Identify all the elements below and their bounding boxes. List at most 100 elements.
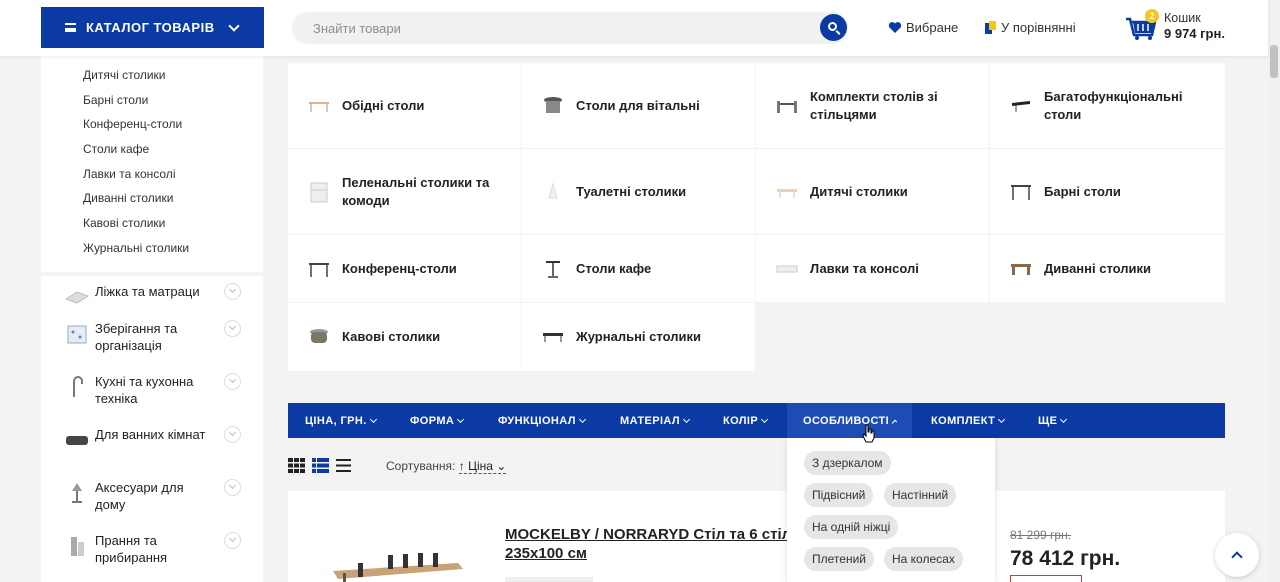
cart-count-badge: 2 [1145,9,1159,23]
filter-label: ЦІНА, ГРН. [305,414,367,427]
category-card[interactable]: Туалетні столики [522,149,755,234]
expand-icon[interactable] [224,426,241,443]
filter-label: ФОРМА [410,414,455,427]
product-tag [505,577,593,582]
sidebar-item-label: Прання та прибирання [95,533,168,565]
old-price: 81 299 грн. [1010,528,1072,542]
bar-table-icon [1010,181,1032,203]
subcategory-link[interactable]: Дитячі столики [83,67,189,92]
compact-list-icon[interactable] [336,458,353,473]
subcategory-link[interactable]: Кавові столики [83,215,189,240]
sidebar-item-laundry[interactable]: Прання та прибирання [65,532,245,566]
category-card[interactable]: Багатофункціональні столи [990,63,1225,148]
expand-icon[interactable] [224,283,241,300]
bath-mat-icon [65,428,89,452]
scroll-to-top-button[interactable] [1215,533,1259,577]
expand-icon[interactable] [224,532,241,549]
category-card[interactable]: Столи для вітальні [522,63,755,148]
discount-badge [1010,575,1082,582]
subcategory-link[interactable]: Журнальні столики [83,240,189,265]
category-card[interactable]: Барні столи [990,149,1225,234]
feature-option[interactable]: З дзеркалом [804,451,891,475]
category-card[interactable]: Дитячі столики [756,149,989,234]
search-button[interactable] [820,14,847,41]
subcategory-link[interactable]: Столи кафе [83,141,189,166]
sidebar-item-storage[interactable]: Зберігання та організація [65,320,245,354]
cart-button[interactable]: 2 Кошик 9 974 грн. [1125,9,1225,42]
subcategory-link[interactable]: Диванні столики [83,190,189,215]
mattress-icon [65,285,89,309]
filter-bar: ЦІНА, ГРН. ФОРМА ФУНКЦІОНАЛ МАТЕРІАЛ КОЛ… [288,403,1225,438]
sort-arrow-icon: ↑ [458,459,469,473]
search-bar [292,12,848,44]
chevron-down-icon [457,415,465,423]
expand-icon[interactable] [224,320,241,337]
sidebar: Дитячі столики Барні столи Конференц-сто… [41,56,263,582]
feature-option[interactable]: Підвісний [804,483,874,507]
category-card[interactable]: Диванні столики [990,235,1225,302]
catalog-button-label: КАТАЛОГ ТОВАРІВ [86,20,215,35]
search-icon [828,22,837,31]
filter-price[interactable]: ЦІНА, ГРН. [305,403,377,438]
storage-box-icon [65,322,89,346]
product-title-dimensions[interactable]: 235x100 см [505,545,587,562]
category-label: Обідні столи [342,97,425,113]
favorites-link[interactable]: Вибране [888,20,958,35]
filter-set[interactable]: КОМПЛЕКТ [931,403,1006,438]
filter-label: ОСОБЛИВОСТІ [803,414,890,427]
category-card[interactable]: Пеленальні столики та комоди [288,149,521,234]
category-card[interactable]: Журнальні столики [522,303,755,371]
product-image[interactable] [328,551,468,582]
filter-function[interactable]: ФУНКЦІОНАЛ [498,403,586,438]
sidebar-item-beds[interactable]: Ліжка та матраци [65,283,245,309]
filter-features[interactable]: ОСОБЛИВОСТІ [787,403,912,438]
sidebar-item-home-accessories[interactable]: Аксесуари для дому [65,479,245,513]
compare-link[interactable]: У порівнянні [985,20,1076,35]
product-card: MOCKELBY / NORRARYD Стіл та 6 стільців 2… [288,491,1225,582]
multifunction-table-icon [1010,95,1032,117]
vanity-table-icon [542,181,564,203]
subcategory-link[interactable]: Конференц-столи [83,116,189,141]
filter-more[interactable]: ЩЕ [1038,403,1068,438]
category-label: Кавові столики [342,329,441,344]
category-card[interactable]: Комплекти столів зі стільцями [756,63,989,148]
expand-icon[interactable] [224,373,241,390]
filter-color[interactable]: КОЛІР [723,403,769,438]
search-input[interactable] [292,12,792,44]
sidebar-item-label: Зберігання та організація [95,321,178,353]
category-card[interactable]: Обідні столи [288,63,521,148]
filter-label: КОЛІР [723,414,759,427]
expand-icon[interactable] [224,479,241,496]
category-label: Туалетні столики [576,183,687,199]
sort-value: Ціна [468,459,493,473]
subcategory-link[interactable]: Барні столи [83,92,189,117]
feature-option[interactable]: На колесах [884,547,963,571]
category-label: Пеленальні столики та комоди [342,174,490,208]
feature-option[interactable]: Плетений [804,547,874,571]
feature-option[interactable]: Настінний [884,483,957,507]
sidebar-divider [41,272,263,276]
subcategory-link[interactable]: Лавки та консолі [83,166,189,191]
laundry-icon [65,534,89,558]
grid-view-icon[interactable] [288,458,305,473]
product-title[interactable]: MOCKELBY / NORRARYD Стіл та 6 стільців [505,524,795,545]
filter-shape[interactable]: ФОРМА [410,403,465,438]
catalog-button[interactable]: КАТАЛОГ ТОВАРІВ [41,7,264,48]
subcategory-list: Дитячі столики Барні столи Конференц-сто… [83,67,189,265]
feature-option[interactable]: На одній ніжці [804,515,899,539]
category-card[interactable]: Лавки та консолі [756,235,989,302]
sort-select[interactable]: ↑ Ціна ⌄ [458,459,507,474]
category-card[interactable]: Столи кафе [522,235,755,302]
list-view-icon[interactable] [312,458,329,473]
sidebar-item-kitchen[interactable]: Кухні та кухонна техніка [65,373,245,407]
category-label: Комплекти столів зі стільцями [810,88,938,122]
filter-material[interactable]: МАТЕРІАЛ [620,403,691,438]
scrollbar-thumb[interactable] [1270,45,1278,78]
sidebar-item-bathroom[interactable]: Для ванних кімнат [65,426,245,452]
sort-label: Сортування: [386,459,456,473]
scrollbar[interactable] [1268,0,1280,582]
category-label: Дитячі столики [810,183,908,199]
category-card[interactable]: Конференц-столи [288,235,521,302]
features-dropdown: З дзеркалом Підвісний Настінний На одній… [787,438,995,582]
category-card[interactable]: Кавові столики [288,303,521,371]
